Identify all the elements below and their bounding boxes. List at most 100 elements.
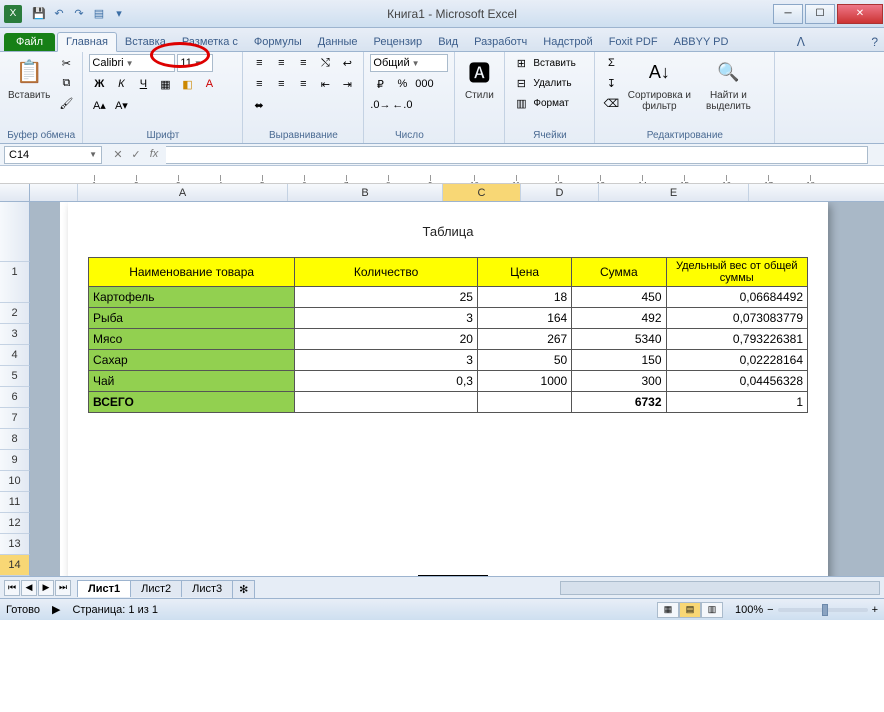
increase-decimal-button[interactable]: .0→ — [370, 96, 390, 114]
tab-abbyy[interactable]: ABBYY PD — [666, 33, 737, 51]
sheet-tab-new[interactable]: ✻ — [232, 580, 255, 598]
col-header-a[interactable]: A — [78, 184, 288, 201]
row-header-4[interactable]: 4 — [0, 345, 30, 366]
tab-home[interactable]: Главная — [57, 32, 117, 52]
cancel-formula-icon[interactable]: ✕ — [110, 148, 126, 161]
cell-sum[interactable]: 450 — [572, 287, 666, 308]
cell-price[interactable]: 50 — [477, 350, 571, 371]
styles-button[interactable]: 🅰 Стили — [461, 54, 497, 103]
cell-share[interactable]: 0,04456328 — [666, 371, 807, 392]
maximize-button[interactable]: ☐ — [805, 4, 835, 24]
zoom-slider[interactable] — [778, 608, 868, 612]
cell-price[interactable]: 267 — [477, 329, 571, 350]
sheet-nav-first[interactable]: ⏮ — [4, 580, 20, 596]
find-select-button[interactable]: 🔍 Найти и выделить — [697, 54, 759, 114]
help-icon[interactable]: ? — [865, 33, 884, 51]
cell-share[interactable]: 0,793226381 — [666, 329, 807, 350]
close-button[interactable]: ✕ — [837, 4, 883, 24]
tab-developer[interactable]: Разработч — [466, 33, 535, 51]
total-qty[interactable] — [295, 392, 478, 413]
row-header-6[interactable]: 6 — [0, 387, 30, 408]
cell-qty[interactable]: 3 — [295, 308, 478, 329]
merge-button[interactable]: ⬌ — [249, 96, 268, 114]
zoom-out-button[interactable]: − — [767, 604, 773, 616]
cell-qty[interactable]: 25 — [295, 287, 478, 308]
sheet-tab-3[interactable]: Лист3 — [181, 580, 233, 597]
copy-icon[interactable]: ⧉ — [56, 74, 76, 92]
cell-name[interactable]: Мясо — [89, 329, 295, 350]
align-bottom-button[interactable]: ≡ — [293, 54, 313, 72]
header-share[interactable]: Удельный вес от общей суммы — [666, 258, 807, 287]
autosum-icon[interactable]: Σ — [601, 54, 621, 72]
clear-icon[interactable]: ⌫ — [601, 94, 621, 112]
grow-font-button[interactable]: A▴ — [89, 96, 109, 114]
select-all-corner[interactable] — [0, 184, 30, 201]
row-header-11[interactable]: 11 — [0, 492, 30, 513]
cell-name[interactable]: Сахар — [89, 350, 295, 371]
cell-sum[interactable]: 300 — [572, 371, 666, 392]
align-top-button[interactable]: ≡ — [249, 54, 269, 72]
tab-insert[interactable]: Вставка — [117, 33, 174, 51]
tab-pagelayout[interactable]: Разметка с — [174, 33, 246, 51]
delete-cells-icon[interactable]: ⊟ — [511, 74, 531, 92]
cell-name[interactable]: Картофель — [89, 287, 295, 308]
tab-formulas[interactable]: Формулы — [246, 33, 310, 51]
tab-view[interactable]: Вид — [430, 33, 466, 51]
sort-filter-button[interactable]: A↓ Сортировка и фильтр — [625, 54, 693, 114]
font-size-combo[interactable]: 11▼ — [177, 54, 213, 72]
view-pagelayout[interactable]: ▤ — [679, 602, 701, 618]
row-header-13[interactable]: 13 — [0, 534, 30, 555]
sheet-nav-next[interactable]: ▶ — [38, 580, 54, 596]
cut-icon[interactable]: ✂ — [56, 54, 76, 72]
row-header-9[interactable]: 9 — [0, 450, 30, 471]
border-button[interactable]: ▦ — [155, 75, 175, 93]
row-header-14[interactable]: 14 — [0, 555, 30, 576]
header-qty[interactable]: Количество — [295, 258, 478, 287]
row-header-10[interactable]: 10 — [0, 471, 30, 492]
cell-sum[interactable]: 5340 — [572, 329, 666, 350]
cell-qty[interactable]: 20 — [295, 329, 478, 350]
increase-indent-button[interactable]: ⇥ — [337, 75, 357, 93]
view-normal[interactable]: ▦ — [657, 602, 679, 618]
sheet-nav-prev[interactable]: ◀ — [21, 580, 37, 596]
horizontal-scrollbar[interactable] — [560, 581, 880, 595]
align-left-button[interactable]: ≡ — [249, 75, 269, 93]
qat-dropdown-icon[interactable]: ▾ — [110, 5, 128, 23]
insert-cells-label[interactable]: Вставить — [533, 58, 575, 69]
data-table[interactable]: Наименование товара Количество Цена Сумм… — [88, 257, 808, 413]
minimize-ribbon-icon[interactable]: ᐱ — [791, 33, 811, 51]
header-name[interactable]: Наименование товара — [89, 258, 295, 287]
fx-icon[interactable]: fx — [146, 148, 162, 161]
italic-button[interactable]: К — [111, 75, 131, 93]
fill-icon[interactable]: ↧ — [601, 74, 621, 92]
qat-custom-icon[interactable]: ▤ — [90, 5, 108, 23]
cell-sum[interactable]: 492 — [572, 308, 666, 329]
comma-button[interactable]: 000 — [414, 75, 434, 93]
cell-name[interactable]: Рыба — [89, 308, 295, 329]
row-header-7[interactable]: 7 — [0, 408, 30, 429]
sheet-nav-last[interactable]: ⏭ — [55, 580, 71, 596]
enter-formula-icon[interactable]: ✓ — [128, 148, 144, 161]
underline-button[interactable]: Ч — [133, 75, 153, 93]
sheet-tab-2[interactable]: Лист2 — [130, 580, 182, 597]
tab-foxit[interactable]: Foxit PDF — [601, 33, 666, 51]
fill-color-button[interactable]: ◧ — [177, 75, 197, 93]
redo-icon[interactable]: ↷ — [70, 5, 88, 23]
align-center-button[interactable]: ≡ — [271, 75, 291, 93]
macro-record-icon[interactable]: ▶ — [52, 603, 60, 616]
total-name[interactable]: ВСЕГО — [89, 392, 295, 413]
save-icon[interactable]: 💾 — [30, 5, 48, 23]
orientation-button[interactable]: ⤭ — [315, 54, 335, 72]
file-tab[interactable]: Файл — [4, 33, 55, 51]
align-right-button[interactable]: ≡ — [293, 75, 313, 93]
formula-input[interactable] — [166, 146, 868, 164]
currency-button[interactable]: ₽ — [370, 75, 390, 93]
cell-price[interactable]: 18 — [477, 287, 571, 308]
cell-sum[interactable]: 150 — [572, 350, 666, 371]
cell-name[interactable]: Чай — [89, 371, 295, 392]
format-cells-label[interactable]: Формат — [533, 98, 569, 109]
wrap-text-button[interactable]: ↩ — [337, 54, 357, 72]
sheet-tab-1[interactable]: Лист1 — [77, 580, 131, 597]
format-painter-icon[interactable]: 🖌 — [56, 94, 76, 112]
row-header-8[interactable]: 8 — [0, 429, 30, 450]
